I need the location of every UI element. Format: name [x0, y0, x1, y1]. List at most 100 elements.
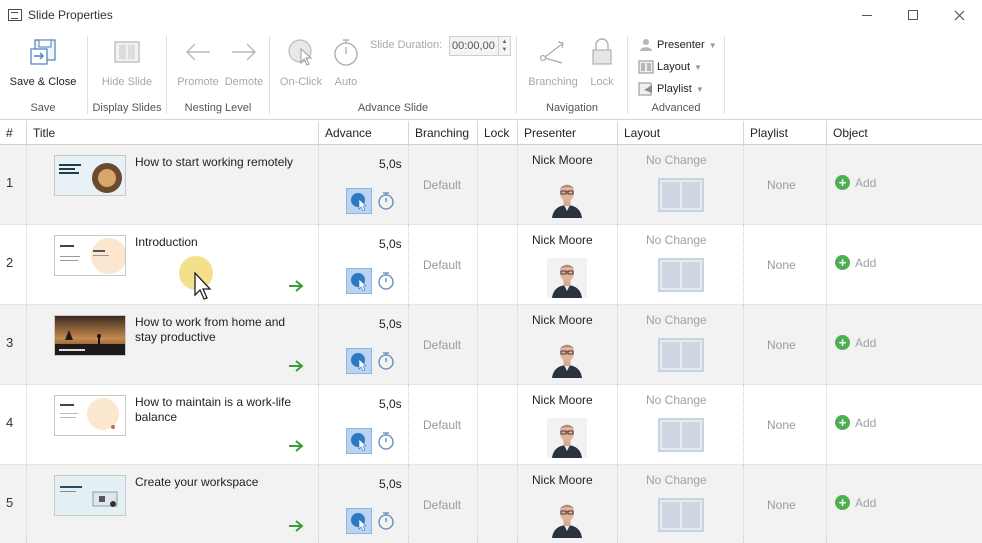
branching-value[interactable]: Default	[423, 498, 461, 512]
layout-dropdown[interactable]: Layout ▼	[638, 60, 702, 74]
column-header-layout[interactable]: Layout	[617, 121, 743, 145]
advance-duration[interactable]: 5,0s	[379, 317, 402, 331]
add-object-button[interactable]: + Add	[835, 495, 876, 510]
presenter-name[interactable]: Nick Moore	[532, 313, 593, 327]
advance-duration[interactable]: 5,0s	[379, 477, 402, 491]
hide-slide-button[interactable]: Hide Slide	[96, 36, 158, 88]
table-row[interactable]: 5 Create your workspace 5,0s Default Nick Mo…	[0, 465, 982, 543]
column-header-branching[interactable]: Branching	[408, 121, 477, 145]
add-object-button[interactable]: + Add	[835, 175, 876, 190]
slide-title[interactable]: Create your workspace	[135, 475, 310, 490]
on-click-toggle[interactable]	[346, 508, 372, 534]
column-header-title[interactable]: Title	[26, 121, 318, 145]
slide-thumbnail[interactable]	[54, 315, 126, 356]
add-object-button[interactable]: + Add	[835, 255, 876, 270]
add-object-button[interactable]: + Add	[835, 415, 876, 430]
promote-label: Promote	[177, 76, 219, 88]
on-click-toggle[interactable]	[346, 268, 372, 294]
slide-duration-spinner[interactable]: ▲ ▼	[498, 37, 510, 55]
minimize-button[interactable]	[844, 0, 890, 30]
advance-duration[interactable]: 5,0s	[379, 237, 402, 251]
presenter-dropdown[interactable]: Presenter ▼	[638, 38, 717, 52]
stopwatch-icon[interactable]	[377, 271, 395, 291]
save-close-button[interactable]: Save & Close	[10, 36, 76, 88]
table-row[interactable]: 3 How to work from home and stay producti…	[0, 305, 982, 385]
playlist-value[interactable]: None	[767, 178, 796, 192]
on-click-toggle[interactable]	[346, 188, 372, 214]
branching-value[interactable]: Default	[423, 178, 461, 192]
on-click-button[interactable]: On-Click	[278, 36, 324, 88]
presenter-name[interactable]: Nick Moore	[532, 393, 593, 407]
column-header-lock[interactable]: Lock	[477, 121, 517, 145]
playlist-value[interactable]: None	[767, 418, 796, 432]
layout-value[interactable]: No Change	[646, 393, 707, 407]
presenter-label: Presenter	[657, 39, 705, 51]
lock-button[interactable]: Lock	[585, 36, 619, 88]
slide-title[interactable]: How to work from home and stay productiv…	[135, 315, 310, 345]
add-object-label: Add	[855, 495, 877, 510]
playlist-value[interactable]: None	[767, 498, 796, 512]
layout-preview-icon[interactable]	[658, 258, 704, 292]
on-click-toggle[interactable]	[346, 348, 372, 374]
stopwatch-icon[interactable]	[377, 351, 395, 371]
playlist-value[interactable]: None	[767, 258, 796, 272]
slide-thumbnail[interactable]	[54, 395, 126, 436]
stopwatch-icon[interactable]	[377, 191, 395, 211]
presenter-name[interactable]: Nick Moore	[532, 473, 593, 487]
auto-button[interactable]: Auto	[326, 36, 366, 88]
presenter-name[interactable]: Nick Moore	[532, 153, 593, 167]
branching-value[interactable]: Default	[423, 258, 461, 272]
column-divider	[743, 305, 744, 385]
demote-button[interactable]: Demote	[221, 36, 267, 88]
column-header-number[interactable]: #	[0, 121, 26, 145]
lock-icon	[586, 36, 618, 68]
slide-thumbnail[interactable]	[54, 155, 126, 196]
branching-button[interactable]: Branching	[523, 36, 583, 88]
close-button[interactable]	[936, 0, 982, 30]
stopwatch-icon[interactable]	[377, 511, 395, 531]
layout-preview-icon[interactable]	[658, 338, 704, 372]
arrow-right-icon[interactable]	[288, 439, 304, 453]
branching-value[interactable]: Default	[423, 338, 461, 352]
slide-title[interactable]: Introduction	[135, 235, 310, 250]
column-divider	[617, 225, 618, 305]
layout-value[interactable]: No Change	[646, 313, 707, 327]
branching-value[interactable]: Default	[423, 418, 461, 432]
presenter-name[interactable]: Nick Moore	[532, 233, 593, 247]
layout-value[interactable]: No Change	[646, 473, 707, 487]
lock-label: Lock	[590, 76, 614, 88]
column-header-playlist[interactable]: Playlist	[743, 121, 826, 145]
layout-preview-icon[interactable]	[658, 178, 704, 212]
arrow-right-icon[interactable]	[288, 279, 304, 293]
playlist-dropdown[interactable]: Playlist ▼	[638, 82, 704, 96]
layout-value[interactable]: No Change	[646, 233, 707, 247]
advance-duration[interactable]: 5,0s	[379, 397, 402, 411]
arrow-right-icon[interactable]	[288, 359, 304, 373]
promote-button[interactable]: Promote	[175, 36, 221, 88]
slide-title[interactable]: How to start working remotely	[135, 155, 310, 170]
stopwatch-icon[interactable]	[377, 431, 395, 451]
column-divider	[743, 225, 744, 305]
column-header-advance[interactable]: Advance	[318, 121, 408, 145]
add-object-button[interactable]: + Add	[835, 335, 876, 350]
column-divider	[826, 385, 827, 465]
slide-duration-input[interactable]: 00:00,00 ▲ ▼	[449, 36, 511, 56]
column-header-object[interactable]: Object	[826, 121, 982, 145]
slide-thumbnail[interactable]	[54, 235, 126, 276]
layout-preview-icon[interactable]	[658, 498, 704, 532]
arrow-right-icon[interactable]	[288, 519, 304, 533]
save-group: Save & Close Save	[0, 34, 86, 116]
maximize-button[interactable]	[890, 0, 936, 30]
table-row[interactable]: 4 How to maintain is a work-life balance 5…	[0, 385, 982, 465]
column-header-presenter[interactable]: Presenter	[517, 121, 617, 145]
slide-thumbnail[interactable]	[54, 475, 126, 516]
table-row[interactable]: 2 Introduction 5,0s Default Nick Moore No Cha…	[0, 225, 982, 305]
advance-duration[interactable]: 5,0s	[379, 157, 402, 171]
layout-preview-icon[interactable]	[658, 418, 704, 452]
on-click-toggle[interactable]	[346, 428, 372, 454]
add-object-label: Add	[855, 415, 877, 430]
layout-value[interactable]: No Change	[646, 153, 707, 167]
slide-title[interactable]: How to maintain is a work-life balance	[135, 395, 310, 425]
table-row[interactable]: 1 How to start working remotely 5,0s Defaul…	[0, 145, 982, 225]
playlist-value[interactable]: None	[767, 338, 796, 352]
